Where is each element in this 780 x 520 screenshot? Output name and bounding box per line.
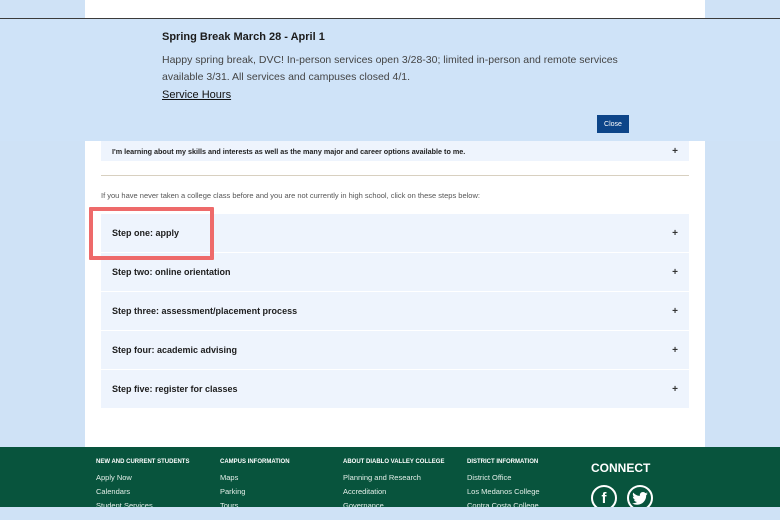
- alert-message: Happy spring break, DVC! In-person servi…: [162, 54, 618, 83]
- footer-link[interactable]: Governance: [343, 499, 444, 507]
- close-alert-button[interactable]: Close: [597, 115, 629, 133]
- accordion-item-skills-interests[interactable]: I'm learning about my skills and interes…: [101, 141, 689, 161]
- steps-intro-text: If you have never taken a college class …: [101, 191, 480, 200]
- twitter-icon[interactable]: [627, 485, 653, 507]
- footer-link[interactable]: Student Services: [96, 499, 189, 507]
- bottom-strip: [0, 507, 780, 520]
- footer-link[interactable]: Tours: [220, 499, 290, 507]
- site-footer: NEW AND CURRENT STUDENTS Apply Now Calen…: [0, 447, 780, 507]
- step-label: Step one: apply: [112, 228, 180, 238]
- expand-plus-icon[interactable]: +: [672, 384, 678, 395]
- footer-link[interactable]: Parking: [220, 485, 290, 499]
- footer-column-about: ABOUT DIABLO VALLEY COLLEGE Planning and…: [343, 459, 444, 507]
- footer-link[interactable]: Accreditation: [343, 485, 444, 499]
- service-hours-link[interactable]: Service Hours: [162, 89, 231, 101]
- footer-link[interactable]: Calendars: [96, 485, 189, 499]
- footer-link[interactable]: Maps: [220, 471, 290, 485]
- expand-plus-icon[interactable]: +: [672, 345, 678, 356]
- footer-link[interactable]: District Office: [467, 471, 540, 485]
- footer-column-heading: ABOUT DIABLO VALLEY COLLEGE: [343, 459, 445, 465]
- step-label: Step two: online orientation: [112, 267, 231, 277]
- connect-heading: CONNECT: [591, 461, 651, 475]
- step-label: Step four: academic advising: [112, 345, 238, 355]
- footer-link[interactable]: Contra Costa College: [467, 499, 540, 507]
- footer-column-heading: DISTRICT INFORMATION: [467, 459, 539, 465]
- footer-column-heading: NEW AND CURRENT STUDENTS: [96, 459, 190, 465]
- footer-link[interactable]: Los Medanos College: [467, 485, 540, 499]
- footer-link[interactable]: Apply Now: [96, 471, 189, 485]
- accordion-step-one[interactable]: Step one: apply +: [101, 214, 689, 253]
- accordion-step-five[interactable]: Step five: register for classes +: [101, 370, 689, 409]
- accordion-step-three[interactable]: Step three: assessment/placement process…: [101, 292, 689, 331]
- expand-plus-icon[interactable]: +: [672, 228, 678, 239]
- accordion-item-label: I'm learning about my skills and interes…: [112, 146, 466, 156]
- expand-plus-icon[interactable]: +: [672, 267, 678, 278]
- accordion-step-four[interactable]: Step four: academic advising +: [101, 331, 689, 370]
- expand-plus-icon[interactable]: +: [672, 146, 678, 157]
- footer-column-students: NEW AND CURRENT STUDENTS Apply Now Calen…: [96, 459, 189, 507]
- footer-column-heading: CAMPUS INFORMATION: [220, 459, 290, 465]
- twitter-bird-icon: [632, 491, 648, 505]
- facebook-icon[interactable]: f: [591, 485, 617, 507]
- facebook-glyph: f: [601, 489, 607, 507]
- step-label: Step three: assessment/placement process: [112, 306, 298, 316]
- alert-title: Spring Break March 28 - April 1: [162, 31, 325, 43]
- accordion-step-two[interactable]: Step two: online orientation +: [101, 253, 689, 292]
- footer-column-campus: CAMPUS INFORMATION Maps Parking Tours: [220, 459, 290, 507]
- step-label: Step five: register for classes: [112, 384, 238, 394]
- section-divider: [101, 175, 689, 176]
- alert-banner: Spring Break March 28 - April 1 Happy sp…: [0, 18, 780, 141]
- expand-plus-icon[interactable]: +: [672, 306, 678, 317]
- footer-link[interactable]: Planning and Research: [343, 471, 444, 485]
- footer-column-district: DISTRICT INFORMATION District Office Los…: [467, 459, 540, 507]
